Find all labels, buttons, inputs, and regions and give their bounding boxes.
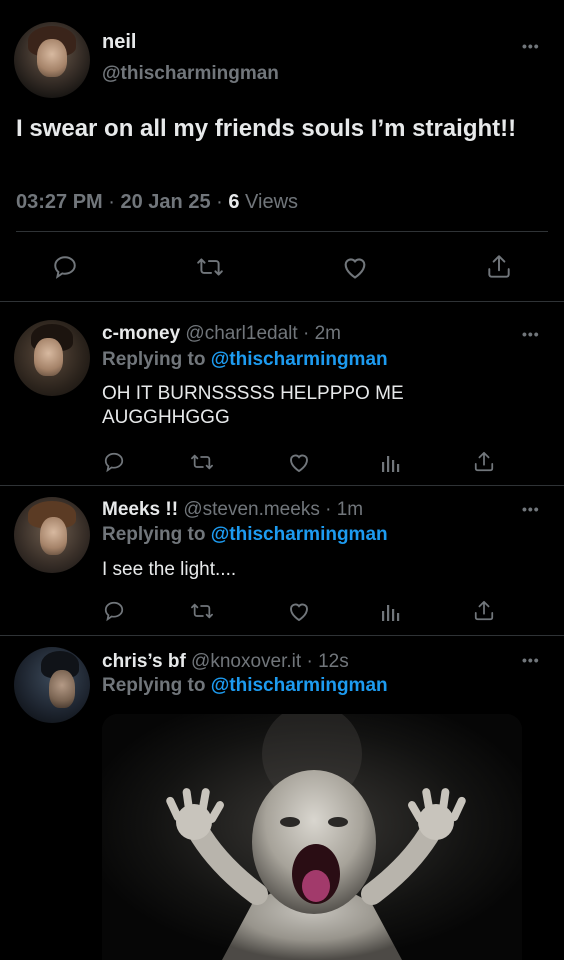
- separator: ·: [210, 191, 229, 213]
- reply-header: c-money @charl1edalt · 2m: [102, 322, 341, 346]
- avatar-face: [36, 38, 68, 77]
- avatar[interactable]: [14, 647, 90, 723]
- display-name[interactable]: c-money: [102, 323, 180, 344]
- handle[interactable]: @steven.meeks: [183, 499, 320, 520]
- reply-icon[interactable]: [103, 600, 125, 622]
- separator: ·: [319, 499, 337, 520]
- share-icon[interactable]: [473, 450, 495, 474]
- separator: ·: [102, 191, 121, 213]
- handle[interactable]: @charl1edalt: [185, 323, 297, 344]
- reply-header: chris’s bf @knoxover.it · 12s: [102, 650, 349, 674]
- more-dots-icon[interactable]: •••: [522, 38, 540, 54]
- heart-icon[interactable]: [287, 451, 311, 473]
- display-name[interactable]: chris’s bf: [102, 651, 186, 672]
- more-dots-icon[interactable]: •••: [522, 326, 540, 342]
- display-name[interactable]: Meeks !!: [102, 499, 178, 520]
- replying-prefix: Replying to: [102, 524, 206, 545]
- avatar-face: [48, 669, 75, 708]
- divider: [0, 301, 564, 302]
- reply-icon[interactable]: [103, 451, 125, 473]
- tweet-date: 20 Jan 25: [120, 191, 211, 213]
- heart-icon[interactable]: [287, 600, 311, 622]
- tweet-meta: 03:27 PM · 20 Jan 25 · 6 Views: [16, 190, 298, 214]
- divider: [0, 485, 564, 486]
- replying-to: Replying to @thischarmingman: [102, 674, 388, 698]
- divider: [16, 231, 548, 232]
- avatar-face: [33, 338, 63, 377]
- replying-handle-link[interactable]: @thischarmingman: [211, 349, 388, 370]
- heart-icon[interactable]: [341, 254, 369, 280]
- avatar[interactable]: [14, 320, 90, 396]
- replying-prefix: Replying to: [102, 349, 206, 370]
- reply-time: 12s: [318, 651, 349, 672]
- avatar-face: [39, 516, 68, 555]
- reply-icon[interactable]: [52, 254, 78, 280]
- replying-handle-link[interactable]: @thischarmingman: [211, 675, 388, 696]
- share-icon[interactable]: [473, 599, 495, 623]
- retweet-icon[interactable]: [196, 254, 224, 280]
- retweet-icon[interactable]: [190, 451, 214, 473]
- replying-to: Replying to @thischarmingman: [102, 523, 388, 547]
- avatar[interactable]: [14, 22, 90, 98]
- divider: [0, 635, 564, 636]
- media-illustration: [102, 714, 522, 960]
- separator: ·: [301, 651, 319, 672]
- replying-prefix: Replying to: [102, 675, 206, 696]
- avatar[interactable]: [14, 497, 90, 573]
- reply-time: 2m: [314, 323, 341, 344]
- retweet-icon[interactable]: [190, 600, 214, 622]
- reply-header: Meeks !! @steven.meeks · 1m: [102, 498, 363, 522]
- replying-handle-link[interactable]: @thischarmingman: [211, 524, 388, 545]
- views-label: Views: [245, 191, 299, 213]
- reply-text: OH IT BURNSSSSS HELPPPO ME AUGGHHGGG: [102, 383, 404, 428]
- more-dots-icon[interactable]: •••: [522, 652, 540, 668]
- handle[interactable]: @knoxover.it: [191, 651, 301, 672]
- handle[interactable]: @thischarmingman: [102, 62, 279, 86]
- views-chart-icon[interactable]: [380, 452, 402, 472]
- views-count: 6: [228, 191, 240, 213]
- screaming-baby-image[interactable]: [102, 714, 522, 960]
- replying-to: Replying to @thischarmingman: [102, 348, 388, 372]
- reply-time: 1m: [336, 499, 364, 520]
- views-chart-icon[interactable]: [380, 601, 402, 621]
- more-dots-icon[interactable]: •••: [522, 501, 540, 517]
- separator: ·: [297, 323, 315, 344]
- tweet-time: 03:27 PM: [16, 191, 103, 213]
- display-name[interactable]: neil: [102, 30, 136, 54]
- tweet-text: I swear on all my friends souls I’m stra…: [16, 115, 517, 142]
- reply-text: I see the light....: [102, 559, 237, 580]
- share-icon[interactable]: [486, 253, 512, 281]
